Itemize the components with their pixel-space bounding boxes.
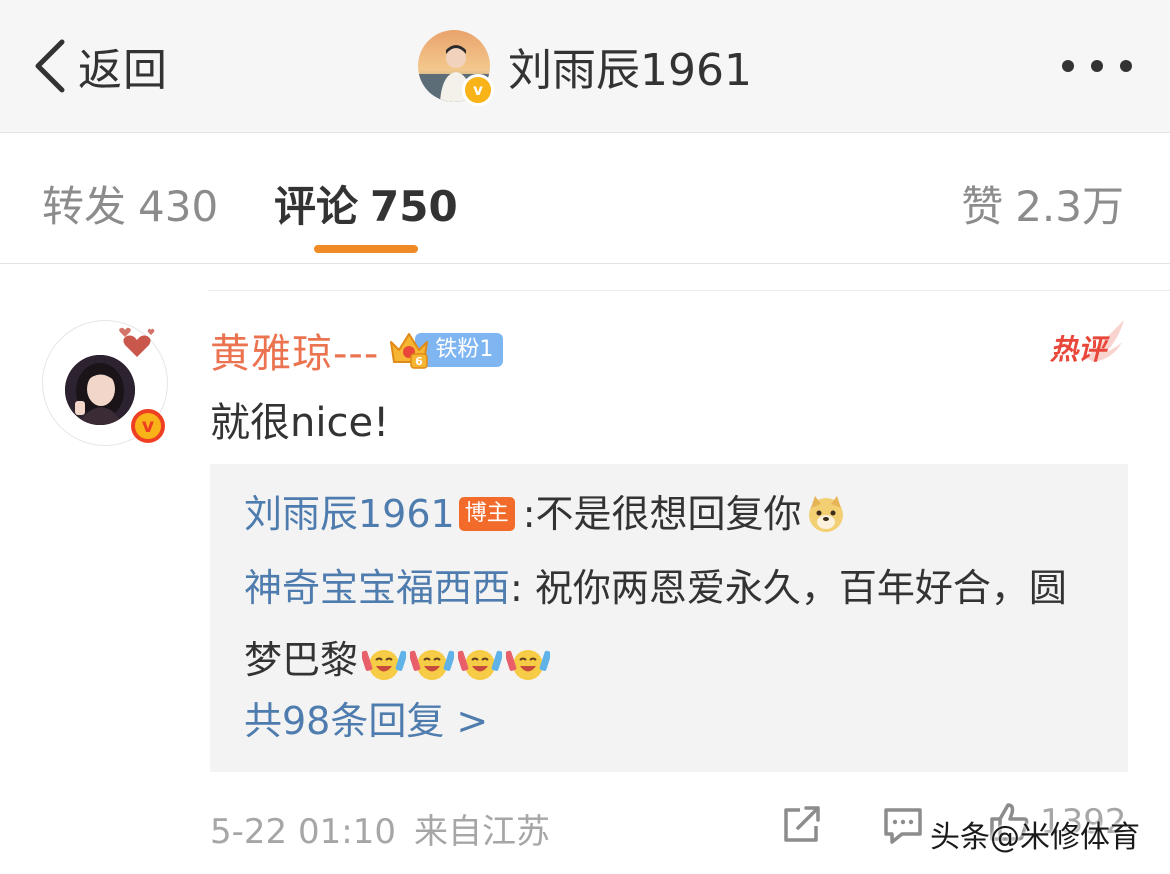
cheer-emoji-icon [362,643,407,683]
reply-author[interactable]: 神奇宝宝福西西 [244,566,510,610]
fan-level-number: 6 [415,355,423,368]
verified-badge-icon: v [462,74,494,106]
comment-icon[interactable] [882,806,924,846]
cheer-emoji-icon [506,643,551,683]
tab-comment[interactable]: 评论 750 [274,173,458,234]
tab-count: 430 [138,182,219,231]
share-icon[interactable] [780,804,824,846]
tab-count: 2.3万 [1015,182,1124,231]
dot-icon [1062,60,1074,72]
dot-icon [1091,60,1103,72]
doge-emoji-icon [806,494,846,534]
hearts-icon [119,327,155,357]
host-badge: 博主 [458,497,515,531]
comment-text: 就很nice! [210,400,390,446]
tab-label: 转发 [42,182,127,231]
cheer-emoji-icon [410,643,455,683]
tab-label: 赞 [961,182,1004,231]
tab-like[interactable]: 赞 2.3万 [961,173,1124,234]
comment-meta: 5-22 01:10 来自江苏 [210,804,550,853]
active-tab-indicator [314,245,418,253]
replies-box[interactable]: 刘雨辰1961 博主:不是很想回复你 神奇宝宝福西西: 祝你两恩爱永久，百年好合，… [210,464,1128,772]
commenter-name[interactable]: 黄雅琼--- [210,321,379,379]
back-label: 返回 [78,45,168,96]
reply-text: :不是很想回复你 [522,492,802,536]
comment-header: 黄雅琼--- 6 铁粉1 [210,321,504,379]
commenter-avatar[interactable]: v [42,320,168,446]
crown-icon: 6 [390,333,429,369]
more-replies-link[interactable]: 共98条回复 > [244,690,488,745]
avatar-photo [65,355,135,425]
reply-item[interactable]: 刘雨辰1961 博主:不是很想回复你 [244,478,846,550]
hot-comment-tag: 热评 [1046,318,1126,368]
tab-forward[interactable]: 转发 430 [42,173,218,234]
reply-author[interactable]: 刘雨辰1961 [244,478,455,550]
tab-count: 750 [370,182,458,231]
divider [208,290,1170,291]
hot-comment-label: 热评 [1050,333,1107,366]
verified-badge-icon: v [131,409,165,443]
comment-source: 来自江苏 [413,812,550,852]
top-nav-bar: 返回 v 刘雨辰1961 [0,0,1170,133]
comment-time: 5-22 01:10 [210,812,396,852]
back-button[interactable]: 返回 [30,34,168,98]
cheer-emoji-icon [458,643,503,683]
reply-item[interactable]: 神奇宝宝福西西: 祝你两恩爱永久，百年好合，圆梦巴黎 [244,552,1074,696]
more-options-button[interactable] [1062,52,1132,80]
avatar[interactable]: v [418,30,494,106]
tab-label: 评论 [274,182,359,231]
dot-icon [1120,60,1132,72]
profile-title[interactable]: v 刘雨辰1961 [418,30,752,106]
tab-bar: 转发 430 评论 750 赞 2.3万 [0,133,1170,264]
fan-badge[interactable]: 6 铁粉1 [390,330,504,370]
page-title: 刘雨辰1961 [508,45,752,96]
watermark: 头条@米修体育 [930,820,1140,855]
chevron-left-icon [35,39,65,93]
